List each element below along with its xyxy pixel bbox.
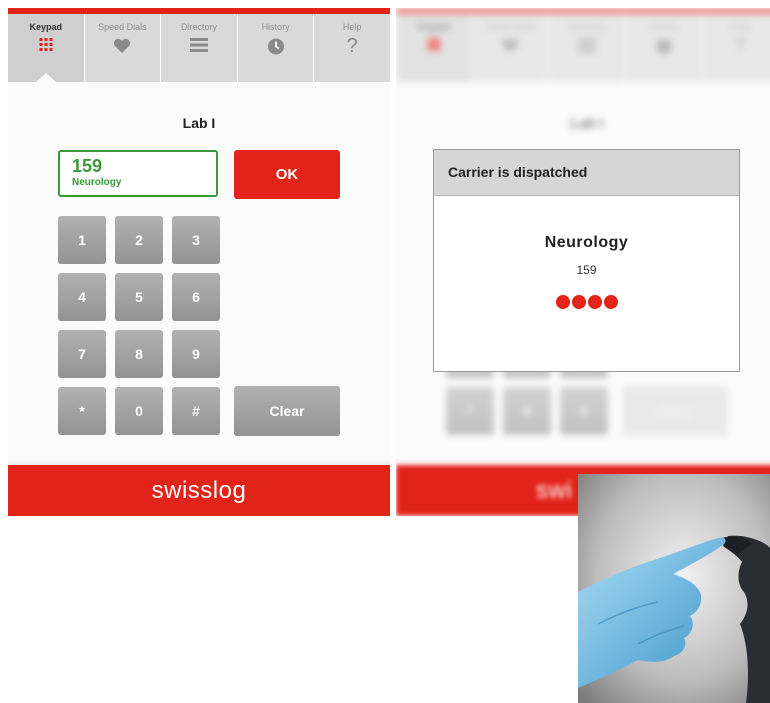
keypad-grid-icon [39, 38, 53, 56]
tab-label: Speed Dials [486, 22, 535, 32]
tab-help[interactable]: Help ? [314, 14, 390, 82]
tab-keypad[interactable]: Keypad [8, 14, 85, 83]
tab-speed-dials[interactable]: Speed Dials [85, 14, 162, 82]
active-tab-notch [34, 73, 57, 83]
tab-label: Directory [180, 22, 217, 32]
ok-button[interactable]: OK [234, 150, 340, 199]
tab-history[interactable]: History [238, 14, 315, 82]
tab-label: Keypad [417, 22, 451, 32]
tab-label: Keypad [29, 22, 63, 32]
question-mark-icon: ? [346, 35, 358, 57]
key-5[interactable]: 5 [115, 273, 163, 321]
key-6[interactable]: 6 [172, 273, 220, 321]
tab-speed-dials: Speed Dials [473, 14, 550, 82]
tab-label: Speed Dials [98, 22, 147, 32]
key-2[interactable]: 2 [115, 216, 163, 264]
tab-history: History [626, 14, 703, 82]
swisslog-logo: swi [536, 477, 573, 504]
clear-button[interactable]: Clear [234, 386, 340, 436]
key-0[interactable]: 0 [115, 387, 163, 435]
keypad-screen: Keypad Speed Dials Directory History Hel… [8, 8, 390, 516]
tab-label: Help [730, 22, 750, 32]
key-star: * [446, 387, 494, 435]
page-title: Lab I [182, 115, 216, 131]
key-8[interactable]: 8 [115, 330, 163, 378]
tab-directory[interactable]: Directory [161, 14, 238, 82]
dispatch-dialog: Carrier is dispatched Neurology 159 [433, 149, 740, 372]
footer-bar: swisslog [8, 465, 390, 516]
swisslog-logo: swisslog [151, 477, 247, 504]
destination-number-field[interactable]: 159 Neurology [58, 150, 218, 197]
dispatch-screen: Keypad Speed Dials Directory History Hel… [396, 8, 770, 516]
tab-label: Directory [568, 22, 605, 32]
progress-dot [571, 295, 586, 309]
footer-shadow [8, 458, 390, 465]
tab-label: Help [342, 22, 362, 32]
tab-directory: Directory [549, 14, 626, 82]
dialog-header: Carrier is dispatched [434, 150, 739, 196]
progress-dot [603, 295, 618, 309]
heart-icon [113, 38, 131, 59]
key-9[interactable]: 9 [172, 330, 220, 378]
key-0: 0 [503, 387, 551, 435]
list-icon [577, 38, 596, 57]
dialog-number: 159 [576, 263, 597, 277]
progress-dot [555, 295, 570, 309]
destination-number: 159 [72, 156, 103, 176]
clock-icon [655, 38, 672, 60]
clock-icon [267, 38, 284, 60]
gloved-hand-photo [578, 474, 770, 703]
tab-label: History [261, 22, 290, 32]
progress-dot [587, 295, 602, 309]
tab-label: History [649, 22, 678, 32]
key-1[interactable]: 1 [58, 216, 106, 264]
dialog-department: Neurology [544, 234, 629, 251]
destination-department: Neurology [72, 177, 122, 188]
key-star[interactable]: * [58, 387, 106, 435]
key-3[interactable]: 3 [172, 216, 220, 264]
key-4[interactable]: 4 [58, 273, 106, 321]
heart-icon [501, 38, 519, 59]
list-icon [189, 38, 208, 57]
tab-keypad: Keypad [396, 14, 473, 82]
progress-dots [434, 295, 739, 314]
key-7[interactable]: 7 [58, 330, 106, 378]
tab-help: Help ? [702, 14, 770, 82]
key-hash[interactable]: # [172, 387, 220, 435]
page-title: Lab I [570, 115, 604, 131]
key-hash: # [560, 387, 608, 435]
tab-bar: Keypad Speed Dials Directory History Hel… [8, 14, 390, 83]
tab-bar: Keypad Speed Dials Directory History Hel… [396, 14, 770, 82]
question-mark-icon: ? [734, 35, 746, 57]
keypad-grid-icon [427, 38, 441, 56]
clear-button: Clear [622, 386, 728, 436]
